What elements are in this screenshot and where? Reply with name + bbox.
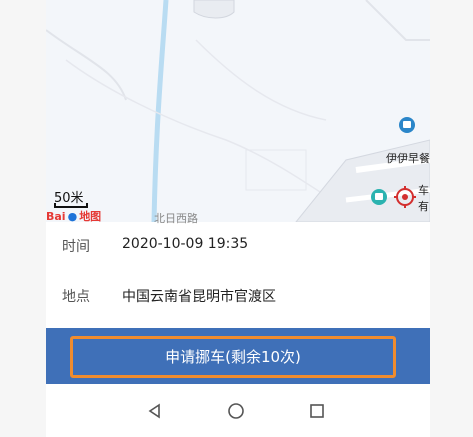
home-icon[interactable] [219,394,253,428]
app-screen: 伊伊早餐 车 有 50米 Bai ● 地图 北日西路 时间 2020-10-09… [46,0,430,437]
system-nav-bar [46,384,430,437]
location-row: 地点 中国云南省昆明市官渡区 [46,276,430,316]
back-icon[interactable] [138,394,172,428]
recents-icon[interactable] [300,394,334,428]
logo-text: Bai [46,210,66,223]
time-label: 时间 [62,239,90,255]
request-move-car-button[interactable]: 申请挪车(剩余10次) [70,336,396,378]
map-scale: 50米 [54,187,88,208]
bus-stop-icon[interactable] [398,116,416,134]
baidu-logo: Bai ● 地图 [46,208,101,224]
location-value: 中国云南省昆明市官渡区 [122,289,276,305]
time-value: 2020-10-09 19:35 [122,236,249,252]
logo-suffix: 地图 [79,210,102,223]
location-label: 地点 [62,289,90,305]
road-label: 北日西路 [154,212,198,225]
poi-label-right-1: 车 [418,184,429,197]
location-marker-icon[interactable] [394,186,416,208]
map-view[interactable]: 伊伊早餐 车 有 50米 Bai ● 地图 北日西路 [46,0,430,225]
action-bar: 申请挪车(剩余10次) [46,328,430,384]
poi-label-right-2: 有 [418,200,429,213]
poi-label: 伊伊早餐 [386,152,430,165]
bus-stop-icon[interactable] [370,188,388,206]
time-row: 时间 2020-10-09 19:35 [46,226,430,266]
paw-icon: ● [67,210,78,223]
